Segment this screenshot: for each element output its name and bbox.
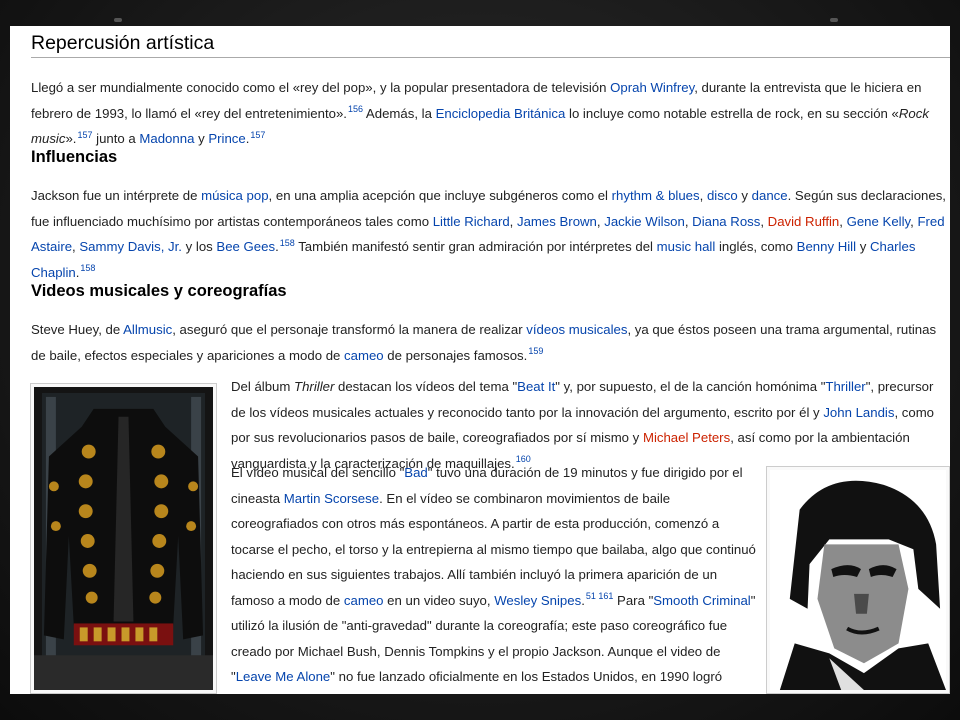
link-music-hall[interactable]: music hall: [657, 239, 716, 254]
text-run: Además, la: [363, 105, 436, 121]
paragraph-influencias: Jackson fue un intérprete de música pop,…: [31, 183, 947, 285]
link-david-ruffin[interactable]: David Ruffin: [768, 214, 840, 229]
text-run: en un video suyo,: [383, 592, 495, 608]
portrait-thumbnail[interactable]: [766, 466, 950, 694]
link-prince[interactable]: Prince: [208, 131, 245, 146]
wikipedia-article-excerpt: Repercusión artística Llegó a ser mundia…: [10, 26, 950, 694]
text-run: ,: [760, 213, 768, 229]
link-martin-scorsese[interactable]: Martin Scorsese: [284, 491, 379, 506]
paragraph-videos-bad: El vídeo musical del sencillo "Bad" tuvo…: [231, 460, 756, 694]
link-little-richard[interactable]: Little Richard: [433, 214, 510, 229]
paragraph-repercusion: Llegó a ser mundialmente conocido como e…: [31, 75, 947, 152]
link-thriller[interactable]: Thriller: [825, 379, 865, 394]
link-dance[interactable]: dance: [752, 188, 788, 203]
link-beat-it[interactable]: Beat It: [517, 379, 555, 394]
heading-repercusion: Repercusión artística: [31, 32, 950, 58]
text-run: ».: [65, 131, 77, 146]
text-run: " y, por supuesto, el de la canción homó…: [555, 379, 826, 394]
background-speck: [830, 18, 838, 22]
text-run: y: [856, 239, 870, 254]
link-james-brown[interactable]: James Brown: [517, 214, 597, 229]
link-enciclopedia-britanica[interactable]: Enciclopedia Británica: [436, 106, 566, 121]
link-john-landis[interactable]: John Landis: [823, 405, 894, 420]
background-speck: [114, 18, 122, 22]
jacket-image: [34, 387, 213, 690]
text-run: .: [75, 264, 80, 280]
link-allmusic[interactable]: Allmusic: [123, 322, 172, 337]
text-run: junto a: [92, 131, 140, 146]
text-run: Llegó a ser mundialmente conocido como e…: [31, 80, 611, 95]
text-run: , en una amplia acepción que incluye sub…: [268, 188, 612, 203]
text-run: lo incluye como notable estrella de rock…: [565, 105, 899, 121]
text-run: Jackson fue un intérprete de: [31, 188, 202, 203]
italic-title: Thriller: [294, 379, 335, 394]
text-run: Del álbum: [231, 379, 295, 394]
text-run: .: [581, 592, 585, 608]
citation-ref[interactable]: 51 161: [586, 591, 614, 601]
link-disco[interactable]: disco: [707, 188, 738, 203]
text-run: destacan los vídeos del tema ": [334, 379, 518, 394]
citation-ref[interactable]: 60: [621, 693, 631, 695]
text-run: También manifestó sentir gran admiración…: [294, 239, 657, 254]
citation-ref[interactable]: 159: [528, 346, 543, 356]
link-oprah-winfrey[interactable]: Oprah Winfrey: [610, 80, 694, 95]
link-gene-kelly[interactable]: Gene Kelly: [847, 214, 911, 229]
link-diana-ross[interactable]: Diana Ross: [692, 214, 760, 229]
link-videos-musicales[interactable]: vídeos musicales: [526, 322, 627, 337]
link-jackie-wilson[interactable]: Jackie Wilson: [604, 214, 685, 229]
text-run: de personajes famosos.: [383, 347, 528, 363]
portrait-image: [770, 470, 946, 690]
link-wesley-snipes[interactable]: Wesley Snipes: [494, 593, 581, 608]
text-run: y los: [181, 239, 217, 254]
link-bad[interactable]: Bad: [404, 465, 427, 480]
link-rhythm-blues[interactable]: rhythm & blues: [612, 188, 700, 203]
jacket-thumbnail[interactable]: [30, 383, 217, 694]
link-smooth-criminal[interactable]: Smooth Criminal: [653, 593, 750, 608]
citation-ref[interactable]: 156: [348, 104, 363, 114]
text-run: El vídeo musical del sencillo ": [231, 465, 405, 480]
text-run: ,: [699, 188, 707, 203]
link-bee-gees[interactable]: Bee Gees: [216, 239, 275, 254]
citation-ref[interactable]: 158: [280, 238, 295, 248]
text-run: ,: [839, 213, 847, 229]
text-run: Steve Huey, de: [31, 322, 124, 337]
heading-videos: Videos musicales y coreografías: [31, 282, 287, 300]
link-sammy-davis-jr[interactable]: Sammy Davis, Jr.: [79, 239, 182, 254]
text-run: Para ": [613, 592, 654, 608]
link-musica-pop[interactable]: música pop: [201, 188, 268, 203]
link-cameo[interactable]: cameo: [344, 593, 384, 608]
link-madonna[interactable]: Madonna: [139, 131, 194, 146]
text-run: .: [275, 239, 279, 254]
link-benny-hill[interactable]: Benny Hill: [797, 239, 856, 254]
text-run: inglés, como: [715, 239, 797, 254]
text-run: ,: [509, 213, 517, 229]
citation-ref[interactable]: 157: [77, 130, 92, 140]
citation-ref[interactable]: 157: [250, 130, 265, 140]
text-run: y: [737, 188, 752, 203]
link-michael-peters[interactable]: Michael Peters: [643, 430, 730, 445]
link-cameo[interactable]: cameo: [344, 348, 384, 363]
link-leave-me-alone[interactable]: Leave Me Alone: [236, 669, 331, 684]
heading-influencias: Influencias: [31, 148, 118, 166]
text-run: . En el vídeo se combinaron movimientos …: [231, 490, 756, 608]
text-run: y: [194, 131, 209, 146]
citation-ref[interactable]: 158: [80, 263, 95, 273]
text-run: , aseguró que el personaje transformó la…: [172, 322, 527, 337]
paragraph-videos-intro: Steve Huey, de Allmusic, aseguró que el …: [31, 317, 947, 368]
text-run: .: [245, 131, 250, 146]
